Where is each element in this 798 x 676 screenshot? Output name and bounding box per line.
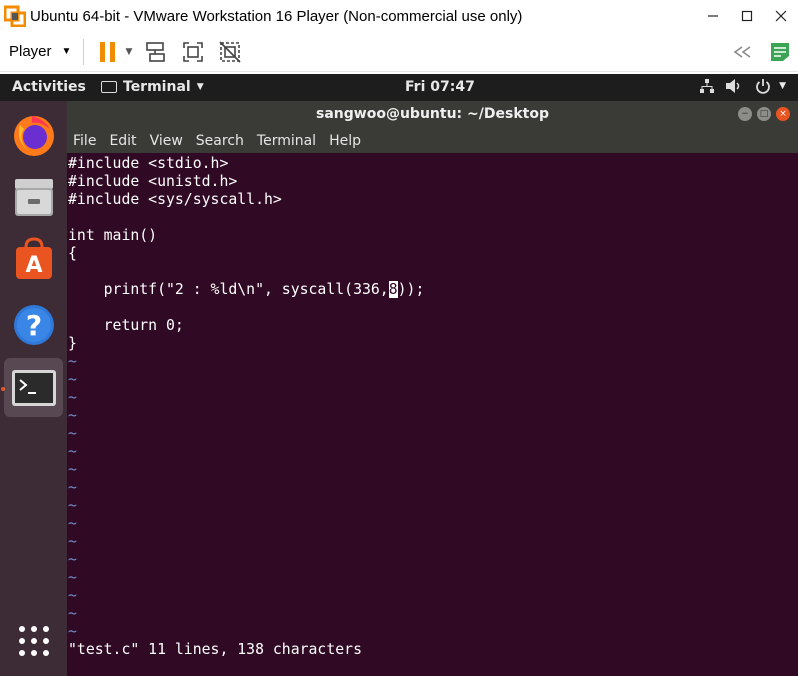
menu-edit[interactable]: Edit [109, 133, 136, 149]
full-screen-button[interactable] [181, 40, 205, 64]
code-line-text: )); [397, 281, 425, 298]
double-chevron-left-icon [733, 46, 751, 58]
volume-icon [726, 79, 740, 93]
code-line: int main() [68, 227, 158, 244]
code-line: return 0; [68, 317, 184, 334]
window-title: Ubuntu 64-bit - VMware Workstation 16 Pl… [30, 7, 523, 25]
code-line: #include <stdio.h> [68, 155, 229, 172]
dock-software[interactable]: A [4, 229, 63, 288]
toolbar-right [731, 32, 792, 72]
tilde-line: ~ [68, 479, 77, 496]
tilde-line: ~ [68, 443, 77, 460]
text-cursor: 8 [388, 281, 398, 298]
notes-icon [771, 43, 789, 61]
terminal-menu-bar: File Edit View Search Terminal Help [67, 129, 798, 153]
terminal-app-icon [101, 81, 117, 93]
minimize-icon [708, 15, 718, 17]
code-line-text: printf("2 : %ld\n", syscall(336, [68, 281, 389, 298]
pause-dropdown-icon[interactable]: ▼ [125, 47, 132, 57]
clock[interactable]: Fri 07:47 [405, 79, 475, 95]
minimize-button[interactable] [696, 0, 730, 32]
terminal-window-controls: − □ × [733, 107, 790, 121]
fullscreen-icon [183, 41, 204, 62]
software-center-icon: A [15, 236, 52, 279]
app-menu-label: Terminal [123, 79, 191, 95]
tilde-line: ~ [68, 569, 77, 586]
tilde-line: ~ [68, 425, 77, 442]
tilde-line: ~ [68, 515, 77, 532]
code-line: } [68, 335, 77, 352]
player-menu-button[interactable]: Player ▼ [9, 43, 71, 60]
code-line: #include <sys/syscall.h> [68, 191, 282, 208]
files-icon [14, 178, 53, 216]
tilde-line: ~ [68, 407, 77, 424]
activities-button[interactable]: Activities [12, 79, 86, 95]
svg-text:?: ? [25, 309, 41, 342]
power-icon [756, 79, 770, 94]
menu-view[interactable]: View [150, 133, 183, 149]
terminal-minimize-button[interactable]: − [738, 107, 752, 121]
help-icon: ? [13, 304, 54, 345]
terminal-close-button[interactable]: × [776, 107, 790, 121]
menu-help[interactable]: Help [329, 133, 361, 149]
terminal-content[interactable]: #include <stdio.h> #include <unistd.h> #… [67, 153, 798, 676]
tilde-line: ~ [68, 605, 77, 622]
vmware-logo-icon [4, 5, 26, 27]
ubuntu-dock: A ? [0, 101, 67, 676]
tilde-line: ~ [68, 497, 77, 514]
terminal-title: sangwoo@ubuntu: ~/Desktop [316, 106, 549, 122]
code-line-with-cursor: printf("2 : %ld\n", syscall(336,8)); [68, 281, 424, 299]
collapse-toolbar-button[interactable] [731, 40, 755, 64]
close-icon [775, 10, 787, 22]
system-tray[interactable]: ▼ [699, 78, 786, 94]
tilde-line: ~ [68, 551, 77, 568]
unity-mode-icon [219, 40, 241, 63]
vmware-toolbar: Player ▼ ▼ [0, 32, 798, 72]
code-line: #include <unistd.h> [68, 173, 238, 190]
menu-terminal[interactable]: Terminal [257, 133, 316, 149]
chevron-down-icon: ▼ [779, 81, 786, 91]
vim-status-line: "test.c" 11 lines, 138 characters [68, 641, 362, 658]
chevron-down-icon: ▼ [196, 82, 204, 92]
tilde-line: ~ [68, 623, 77, 640]
toolbar-divider [83, 38, 85, 65]
firefox-icon [13, 115, 54, 156]
tilde-line: ~ [68, 461, 77, 478]
dock-files[interactable] [4, 167, 63, 226]
unity-mode-button[interactable] [218, 40, 242, 64]
maximize-button[interactable] [730, 0, 764, 32]
pause-button[interactable] [96, 40, 120, 64]
vmware-title-bar: Ubuntu 64-bit - VMware Workstation 16 Pl… [0, 0, 798, 32]
network-devices-icon [146, 41, 166, 62]
show-applications-button[interactable] [4, 611, 63, 670]
menu-search[interactable]: Search [196, 133, 244, 149]
pause-icon [100, 41, 116, 62]
tilde-line: ~ [68, 587, 77, 604]
send-ctrl-alt-del-button[interactable] [144, 40, 168, 64]
terminal-maximize-button[interactable]: □ [757, 107, 771, 121]
network-icon [700, 79, 715, 93]
code-line: { [68, 245, 77, 262]
menu-file[interactable]: File [73, 133, 96, 149]
close-button[interactable] [764, 0, 798, 32]
terminal-title-bar[interactable]: sangwoo@ubuntu: ~/Desktop − □ × [67, 101, 798, 129]
player-menu-label: Player [9, 43, 52, 60]
dock-help[interactable]: ? [4, 295, 63, 354]
chevron-down-icon: ▼ [61, 46, 72, 57]
gnome-top-bar: Activities Terminal ▼ Fri 07:47 ▼ [0, 74, 798, 101]
window-controls [696, 0, 798, 32]
dock-firefox[interactable] [4, 105, 63, 164]
show-apps-icon [18, 625, 49, 656]
tilde-line: ~ [68, 533, 77, 550]
app-menu-button[interactable]: Terminal ▼ [101, 79, 204, 95]
tilde-line: ~ [68, 371, 77, 388]
terminal-icon [11, 369, 56, 406]
message-log-button[interactable] [768, 40, 792, 64]
dock-terminal[interactable] [4, 358, 63, 417]
tilde-line: ~ [68, 353, 77, 370]
tilde-line: ~ [68, 389, 77, 406]
maximize-icon [741, 10, 753, 22]
svg-text:A: A [25, 253, 42, 278]
